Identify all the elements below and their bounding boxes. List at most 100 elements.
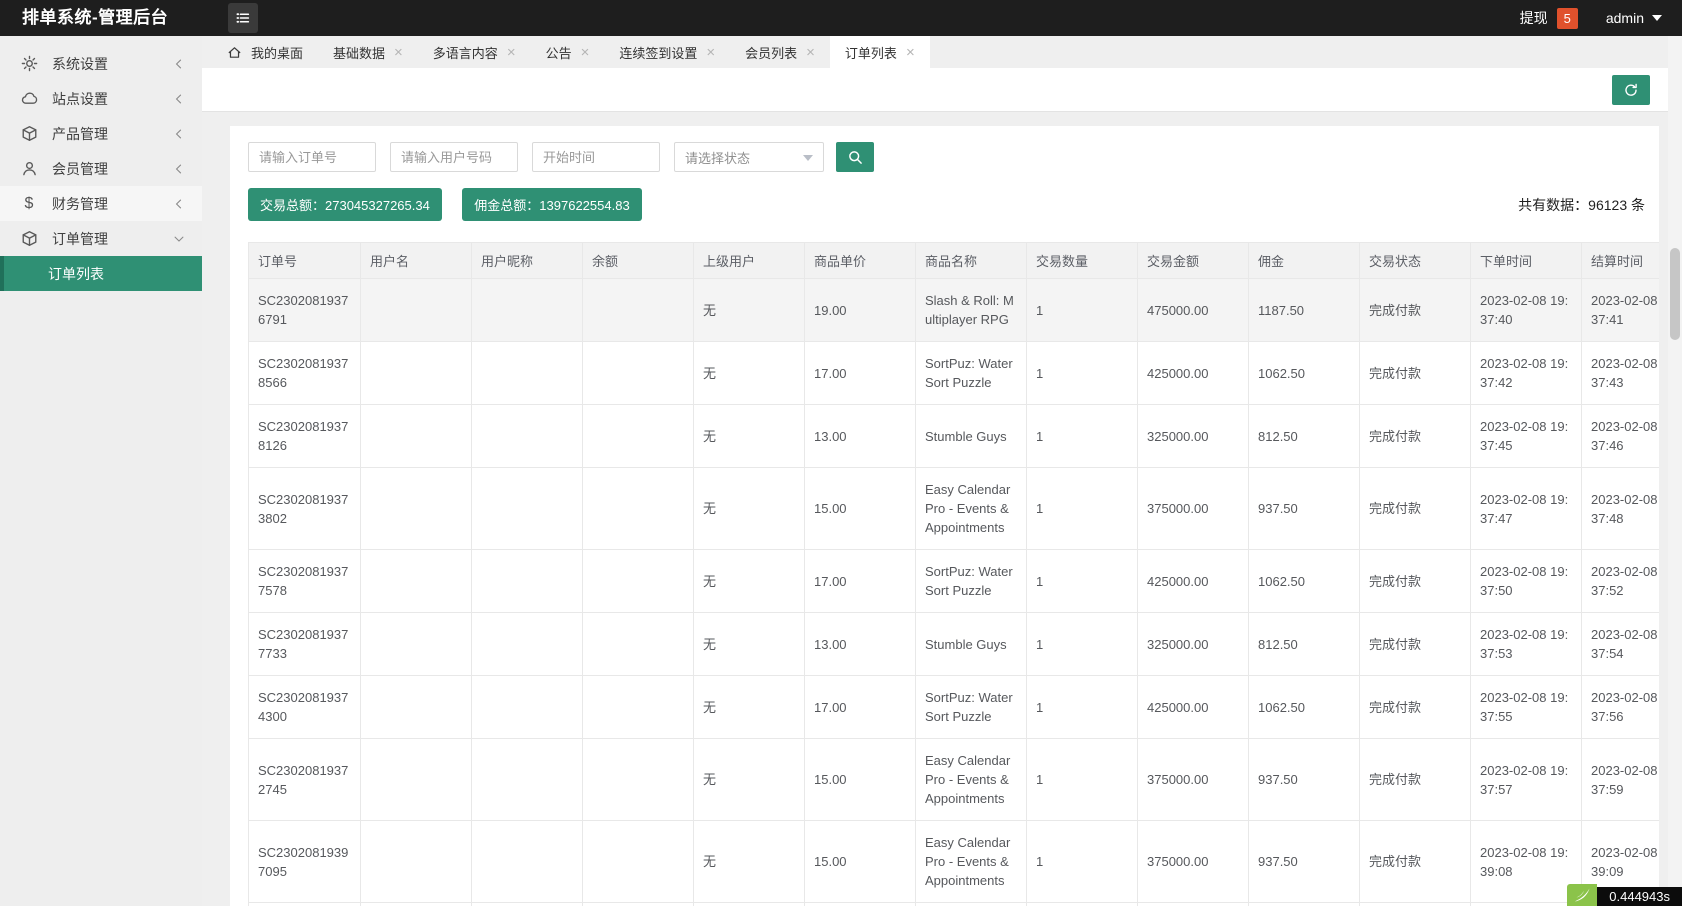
withdraw-link[interactable]: 提现 5 [1520,8,1578,29]
tab-label: 基础数据 [333,43,385,62]
tab-basic-data[interactable]: 基础数据 × [318,36,418,68]
close-icon[interactable]: × [806,45,815,60]
search-button[interactable] [836,142,874,172]
user-menu[interactable]: admin [1606,10,1662,26]
table-cell [361,903,472,906]
sidebar-toggle-button[interactable] [228,3,258,33]
user-no-input[interactable] [390,142,518,172]
tab-label: 多语言内容 [433,43,498,62]
table-cell: 2023-02-08 19:37:45 [1471,405,1582,468]
table-cell: 无 [694,739,805,821]
sidebar-subitem-order-list[interactable]: 订单列表 [0,256,202,291]
table-cell: Easy Calendar Pro - Events & Appointment… [916,821,1027,903]
dollar-icon: $ [20,195,38,213]
sidebar-item-site-settings[interactable]: 站点设置 [0,81,202,116]
topbar: 排单系统-管理后台 提现 5 admin [0,0,1682,36]
scrollbar-thumb[interactable] [1670,248,1680,340]
table-cell: 无 [694,676,805,739]
table-cell: 2023-02-08 19:37:48 [1582,468,1660,550]
table-cell [361,550,472,613]
sidebar-item-finance-management[interactable]: $ 财务管理 [0,186,202,221]
table-cell: 17.00 [805,342,916,405]
commission-total-badge: 佣金总额：1397622554.83 [462,188,641,221]
load-time-badge: 0.444943s [1597,887,1682,906]
start-time-input[interactable] [532,142,660,172]
table-cell: 2023-02-08 19:37:43 [1582,342,1660,405]
sidebar-item-label: 产品管理 [52,124,172,144]
table-cell: SC23020819373802 [249,468,361,550]
sidebar-item-system-settings[interactable]: 系统设置 [0,46,202,81]
table-cell: 2023-02-08 19:37:46 [1582,405,1660,468]
table-cell: 完成付款 [1360,405,1471,468]
table-cell [694,903,805,906]
chevron-left-icon [172,127,186,141]
close-icon[interactable]: × [394,45,403,60]
debug-logo-icon[interactable] [1567,884,1597,906]
table-cell: SC23020819378126 [249,405,361,468]
tab-multilang[interactable]: 多语言内容 × [418,36,531,68]
close-icon[interactable]: × [507,45,516,60]
table-cell: Easy Calendar Pro - Events & Appointment… [916,739,1027,821]
table-cell: 无 [694,342,805,405]
tab-label: 公告 [546,43,572,62]
table-row: SC23020819373802无15.00Easy Calendar Pro … [249,468,1660,550]
content-card: 请选择状态 交易总额：273045327265.34 佣金总额：13976225 [230,126,1659,906]
table-cell: 425000.00 [1138,550,1249,613]
table-cell: SC23020819377733 [249,613,361,676]
cube-icon [20,125,38,143]
table-cell: 2023-02-08 19:37:40 [1471,279,1582,342]
column-header: 交易状态 [1360,243,1471,279]
tab-my-desktop[interactable]: 我的桌面 [212,36,318,68]
sidebar-item-product-management[interactable]: 产品管理 [0,116,202,151]
table-cell [472,468,583,550]
table-cell [249,903,361,906]
sidebar-item-label: 财务管理 [52,194,172,214]
close-icon[interactable]: × [906,45,915,60]
column-header: 下单时间 [1471,243,1582,279]
table-cell: 完成付款 [1360,468,1471,550]
column-header: 结算时间 [1582,243,1660,279]
sidebar-item-order-management[interactable]: 订单管理 [0,221,202,256]
refresh-button[interactable] [1612,75,1650,105]
column-header: 交易金额 [1138,243,1249,279]
table-cell [361,739,472,821]
table-cell [583,405,694,468]
table-cell: 完成付款 [1360,342,1471,405]
scrollbar-track[interactable] [1668,36,1682,906]
sidebar-item-member-management[interactable]: 会员管理 [0,151,202,186]
tab-order-list[interactable]: 订单列表× [830,36,930,68]
close-icon[interactable]: × [706,45,715,60]
table-cell: SC23020819374300 [249,676,361,739]
table-cell: 无 [694,279,805,342]
table-cell: 425000.00 [1138,342,1249,405]
app-title: 排单系统-管理后台 [22,0,168,36]
table-row: SC23020819378126无13.00Stumble Guys132500… [249,405,1660,468]
table-cell: 375000.00 [1138,468,1249,550]
table-row: SC23020819378566无17.00SortPuz: Water Sor… [249,342,1660,405]
table-cell: 2023-02-08 19:37:41 [1582,279,1660,342]
orders-table: 订单号用户名用户昵称余额上级用户商品单价商品名称交易数量交易金额佣金交易状态下单… [248,242,1659,906]
close-icon[interactable]: × [581,45,590,60]
order-no-input[interactable] [248,142,376,172]
tab-member-list[interactable]: 会员列表× [730,36,830,68]
table-cell: 375000.00 [1138,739,1249,821]
table-cell: 325000.00 [1138,613,1249,676]
tab-label: 我的桌面 [251,43,303,62]
table-cell: Slash & Roll: Multiplayer RPG [916,279,1027,342]
table-row: SC23020819377733无13.00Stumble Guys132500… [249,613,1660,676]
table-cell [1360,903,1471,906]
table-cell: 1 [1027,279,1138,342]
table-row: SC23020819397095无15.00Easy Calendar Pro … [249,821,1660,903]
table-cell: 812.50 [1249,613,1360,676]
tab-signin-settings[interactable]: 连续签到设置× [604,36,730,68]
table-cell [583,613,694,676]
sidebar-subitem-label: 订单列表 [48,264,104,284]
table-cell [805,903,916,906]
column-header: 商品名称 [916,243,1027,279]
table-cell: 375000.00 [1138,821,1249,903]
tab-announcement[interactable]: 公告 × [531,36,605,68]
status-select[interactable]: 请选择状态 [674,142,824,172]
column-header: 用户昵称 [472,243,583,279]
table-cell: 1 [1027,676,1138,739]
chevron-left-icon [172,162,186,176]
